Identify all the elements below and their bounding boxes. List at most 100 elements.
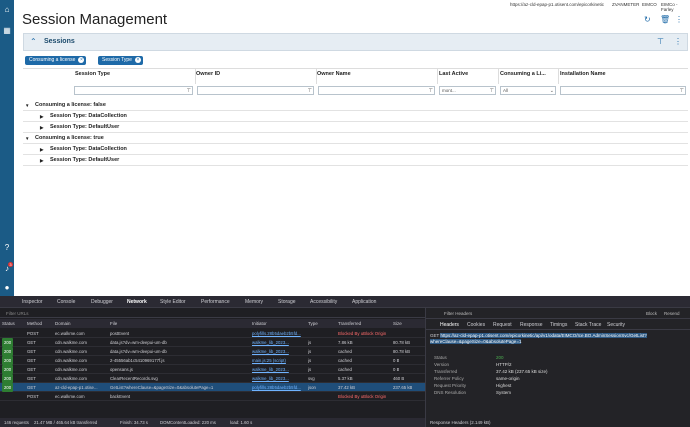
company-label[interactable]: EIMCO <box>642 2 657 7</box>
refresh-icon[interactable]: ↻ <box>644 15 651 24</box>
sessions-panel-header[interactable]: ⌃ Sessions ⊤ ⋮ <box>23 33 688 51</box>
filter-session-type[interactable]: ⊤ <box>74 86 193 95</box>
expand-triangle-icon[interactable]: ▼ <box>25 133 29 144</box>
col-last-active[interactable]: Last Active <box>439 71 468 77</box>
user-label[interactable]: ZVANMETER <box>612 2 639 7</box>
chip-session-type[interactable]: Session Type × <box>98 56 143 65</box>
network-request-row[interactable]: POST ec.walkme.com postEvent polyfills.28b5… <box>0 329 425 338</box>
col-size[interactable]: Size <box>393 321 402 326</box>
col-status[interactable]: Status <box>2 321 15 326</box>
detail-key: Version <box>434 362 450 367</box>
subgroup-row[interactable]: ▶ Session Type: DefaultUser <box>23 122 688 133</box>
network-request-row[interactable]: 200 GET cdn.walkme.com data.js?dv=wm-deepui… <box>0 347 425 356</box>
help-icon[interactable]: ? <box>2 243 12 253</box>
tab-debugger[interactable]: Debugger <box>91 299 113 305</box>
network-request-row[interactable]: POST ec.walkme.com backEvent Blocked By uBl… <box>0 392 425 401</box>
user-icon[interactable]: ● <box>2 283 12 293</box>
col-type[interactable]: Type <box>308 321 318 326</box>
home-icon[interactable]: ⌂ <box>2 5 12 15</box>
tab-request[interactable]: Request <box>493 322 512 328</box>
collapse-triangle-icon[interactable]: ▶ <box>40 122 43 133</box>
tab-network[interactable]: Network <box>127 299 147 305</box>
col-initiator[interactable]: Initiator <box>252 321 267 326</box>
panel-more-icon[interactable]: ⋮ <box>674 37 682 46</box>
block-button[interactable]: Block <box>646 311 657 316</box>
col-consuming[interactable]: Consuming a Li... <box>500 71 546 77</box>
col-owner-id[interactable]: Owner ID <box>196 71 220 77</box>
col-transferred[interactable]: Transferred <box>338 321 361 326</box>
filter-icon[interactable]: ⊤ <box>429 87 433 95</box>
app-area: ⌂ ▦ ? ♪ 3 ● https://az-cld-epap-p1.otisen… <box>0 0 690 296</box>
tab-performance[interactable]: Performance <box>201 299 230 305</box>
apps-grid-icon[interactable]: ▦ <box>2 26 12 36</box>
group-row[interactable]: ▼ Consuming a license: false <box>23 100 688 111</box>
subgroup-row[interactable]: ▶ Session Type: DefaultUser <box>23 155 688 166</box>
col-method[interactable]: Method <box>27 321 42 326</box>
cell-domain: cdn.walkme.com <box>55 340 87 345</box>
chevron-down-icon[interactable]: ⌄ <box>550 87 554 95</box>
col-file[interactable]: File <box>110 321 117 326</box>
filter-icon[interactable]: ⊤ <box>657 37 664 46</box>
side-tabs: Headers Cookies Request Response Timings… <box>426 320 690 330</box>
collapse-triangle-icon[interactable]: ▶ <box>40 155 43 166</box>
col-session-type[interactable]: Session Type <box>75 71 110 77</box>
detail-value: Highest <box>496 383 512 388</box>
filter-icon[interactable]: ⊤ <box>490 87 494 95</box>
resend-button[interactable]: Resend <box>664 311 680 316</box>
filter-last-active[interactable]: mont... ⊤ <box>439 86 496 95</box>
network-request-row[interactable]: 200 GET cdn.walkme.com data.js?dv=wm-deepui… <box>0 338 425 347</box>
tab-headers[interactable]: Headers <box>440 322 459 328</box>
delete-icon[interactable]: 🗑 <box>660 15 670 24</box>
more-icon[interactable]: ⋮ <box>675 15 683 24</box>
collapse-triangle-icon[interactable]: ▶ <box>40 144 43 155</box>
tab-security[interactable]: Security <box>607 322 625 328</box>
col-domain[interactable]: Domain <box>55 321 71 326</box>
network-request-row[interactable]: 200 GET cdn.walkme.com 2-45556ab1c541096917… <box>0 356 425 365</box>
tab-inspector[interactable]: Inspector <box>22 299 43 305</box>
site-label[interactable]: EIMCo - Farley <box>661 2 690 12</box>
group-label: Consuming a license: true <box>35 135 104 141</box>
cell-size: 0 B <box>393 367 400 372</box>
filter-owner-id[interactable]: ⊤ <box>197 86 314 95</box>
filter-installation[interactable]: ⊤ <box>560 86 686 95</box>
collapse-chevron-icon[interactable]: ⌃ <box>30 37 37 46</box>
notifications-icon[interactable]: ♪ 3 <box>2 262 13 274</box>
subgroup-row[interactable]: ▶ Session Type: DataCollection <box>23 144 688 155</box>
collapse-triangle-icon[interactable]: ▶ <box>40 111 43 122</box>
tab-accessibility[interactable]: Accessibility <box>310 299 337 305</box>
network-request-row[interactable]: 200 GET az-cld-epap-p1.otise... GetList?whe… <box>0 383 425 392</box>
tab-timings[interactable]: Timings <box>550 322 567 328</box>
col-owner-name[interactable]: Owner Name <box>317 71 351 77</box>
cell-domain: ec.walkme.com <box>55 394 85 399</box>
col-installation-name[interactable]: Installation Name <box>560 71 606 77</box>
filter-consuming[interactable]: All ⌄ <box>500 86 556 95</box>
cell-initiator: walkme_lib_2023... <box>252 367 289 372</box>
expand-triangle-icon[interactable]: ▼ <box>25 100 29 111</box>
response-headers-toggle[interactable]: Response Headers (2.149 kB) <box>430 420 491 425</box>
tab-memory[interactable]: Memory <box>245 299 263 305</box>
filter-headers-input[interactable]: Filter Headers <box>444 311 472 316</box>
subgroup-row[interactable]: ▶ Session Type: DataCollection <box>23 111 688 122</box>
chip-consuming-license[interactable]: Consuming a license × <box>25 56 87 65</box>
close-icon[interactable]: × <box>78 57 85 63</box>
request-url[interactable]: https://az-cld-epap-p1.otisent.com/epico… <box>430 333 647 344</box>
tab-response[interactable]: Response <box>520 322 543 328</box>
filter-icon[interactable]: ⊤ <box>187 87 191 95</box>
group-row[interactable]: ▼ Consuming a license: true <box>23 133 688 144</box>
tab-cookies[interactable]: Cookies <box>467 322 485 328</box>
tab-storage[interactable]: Storage <box>278 299 296 305</box>
filter-urls-input[interactable]: Filter URLs <box>0 309 425 318</box>
tab-style-editor[interactable]: Style Editor <box>160 299 186 305</box>
filter-owner-name[interactable]: ⊤ <box>318 86 435 95</box>
group-label: Session Type: DefaultUser <box>50 124 120 130</box>
tab-console[interactable]: Console <box>57 299 75 305</box>
filter-icon[interactable]: ⊤ <box>680 87 684 95</box>
group-label: Consuming a license: false <box>35 102 106 108</box>
tab-stack-trace[interactable]: Stack Trace <box>575 322 601 328</box>
network-request-row[interactable]: 200 GET cdn.walkme.com opensans.js walkme_li… <box>0 365 425 374</box>
network-request-row[interactable]: 200 GET cdn.walkme.com ClearRecentRecords.s… <box>0 374 425 383</box>
tab-application[interactable]: Application <box>352 299 376 305</box>
cell-size: 80.78 kB <box>393 340 410 345</box>
close-icon[interactable]: × <box>134 57 141 63</box>
filter-icon[interactable]: ⊤ <box>308 87 312 95</box>
